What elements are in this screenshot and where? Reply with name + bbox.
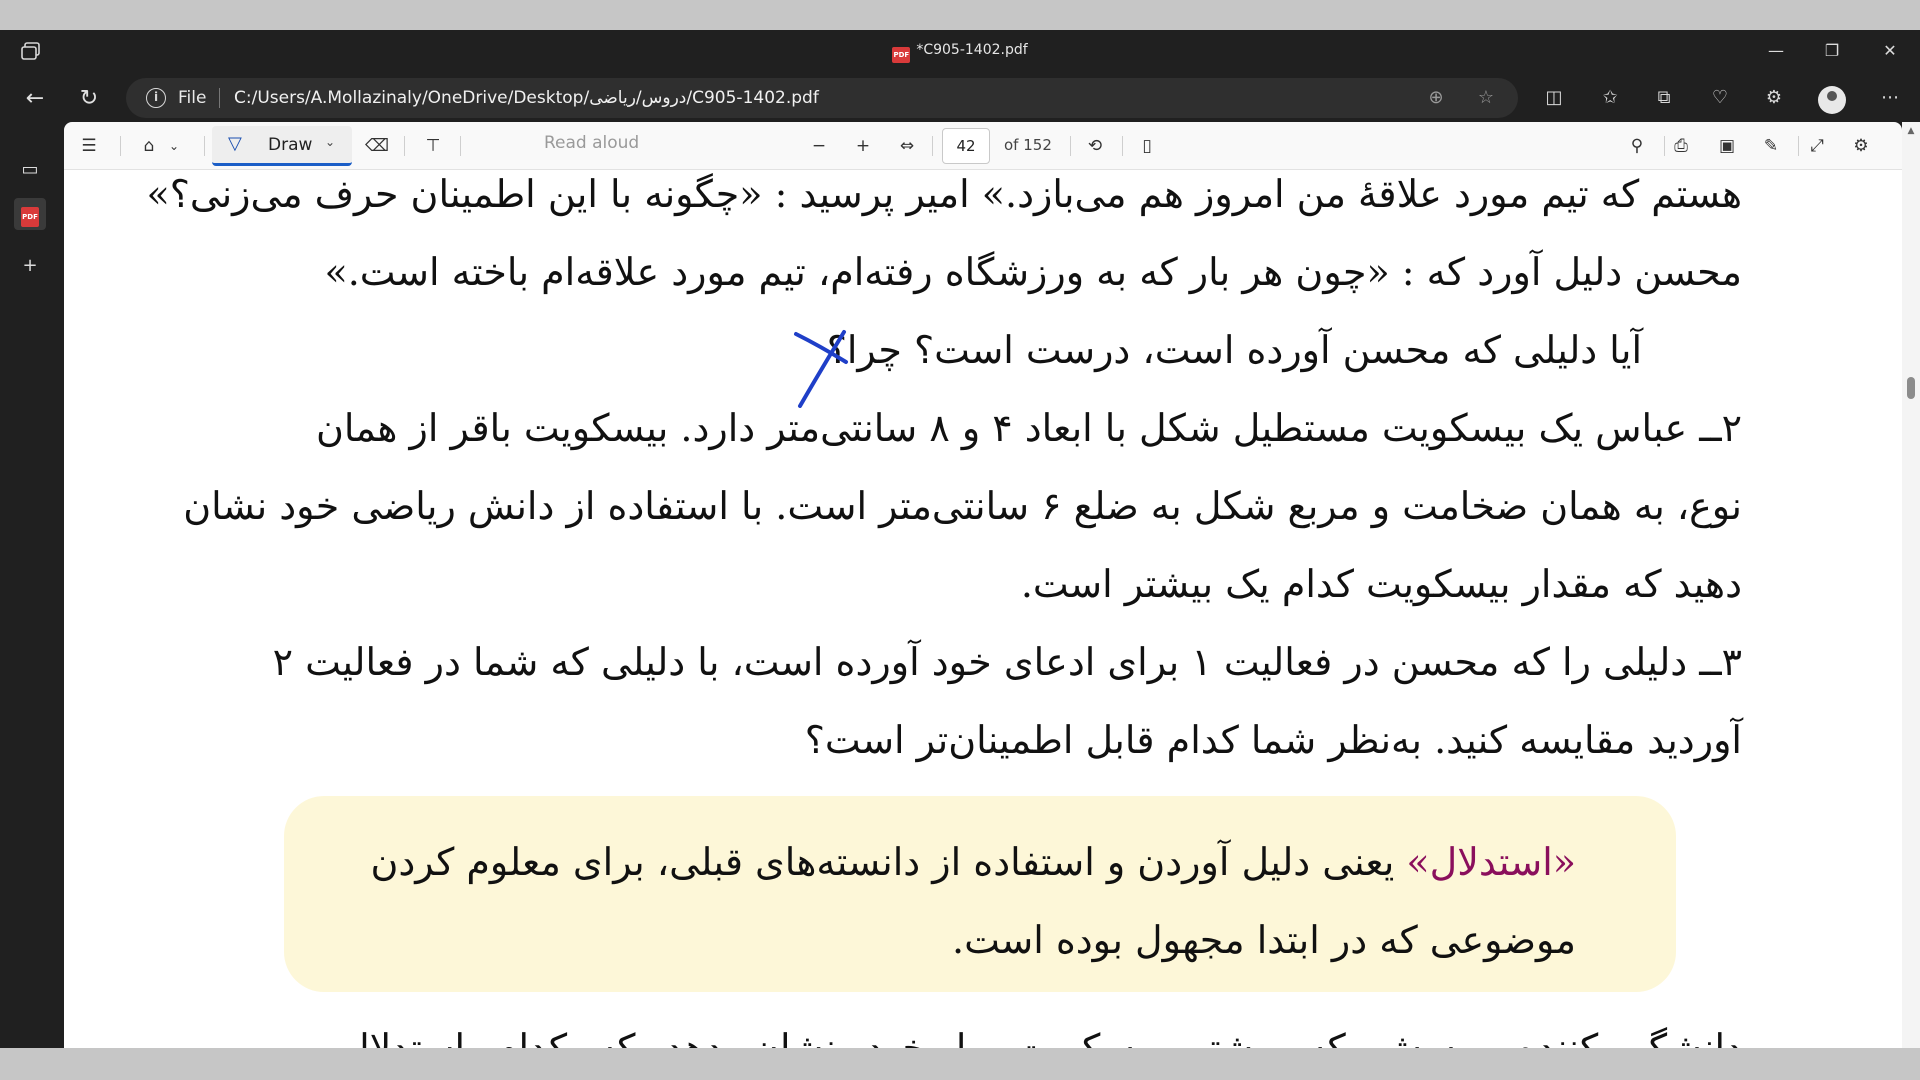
toolbar-divider	[460, 136, 461, 156]
vertical-scrollbar[interactable]: ▲	[1902, 122, 1920, 1048]
address-separator	[219, 88, 220, 108]
text-box-icon[interactable]: ⊤	[418, 132, 448, 160]
url-text[interactable]: C:/Users/A.Mollazinaly/OneDrive/Desktop/…	[234, 88, 819, 108]
toolbar-divider	[404, 136, 405, 156]
favorites-icon[interactable]: ✩	[1596, 84, 1624, 112]
contents-icon[interactable]: ☰	[74, 132, 104, 160]
draw-label: Draw	[268, 135, 313, 155]
minimize-button[interactable]: —	[1762, 38, 1790, 64]
save-as-icon[interactable]: ✎	[1756, 132, 1786, 160]
zoom-icon[interactable]: ⊕	[1424, 87, 1448, 109]
vertical-tab-sidebar: ▭ PDF +	[0, 124, 60, 1078]
bottom-border	[0, 1048, 1920, 1080]
cut-off-line: دانشگر کننده پرسش که بیشتر بیسکویت را خو…	[342, 1026, 1742, 1048]
page-total-label: of 152	[1004, 136, 1052, 154]
definition-text: یعنی دلیل آوردن و استفاده از دانسته‌های …	[370, 840, 1407, 884]
draw-chevron-down-icon[interactable]: ⌄	[325, 135, 335, 149]
definition-term: «استدلال»	[1406, 840, 1576, 884]
paragraph-line: ۲ــ عباس یک بیسکویت مستطیل شکل با ابعاد …	[315, 406, 1742, 450]
sidebar-toggle-icon[interactable]: ▭	[14, 154, 46, 186]
draw-button[interactable]: ▽ Draw ⌄	[212, 126, 352, 166]
protocol-label: File	[178, 88, 207, 108]
definition-callout: «استدلال» یعنی دلیل آوردن و استفاده از د…	[284, 796, 1676, 992]
zoom-out-icon[interactable]: −	[804, 132, 834, 160]
eraser-icon[interactable]: ⌫	[362, 132, 392, 160]
fullscreen-icon[interactable]: ⤢	[1802, 132, 1832, 160]
callout-line-1: «استدلال» یعنی دلیل آوردن و استفاده از د…	[370, 832, 1576, 892]
pdf-toolbar: ☰ ⌂ ⌄ ▽ Draw ⌄ ⌫ ⊤ Read aloud − + ⇔ 42 o…	[64, 122, 1902, 170]
highlight-icon[interactable]: ⌂	[134, 132, 164, 160]
pdf-viewport[interactable]: هستم که تیم مورد علاقهٔ من امروز هم می‌ب…	[64, 170, 1902, 1048]
toolbar-divider	[1798, 136, 1799, 156]
callout-line-2: موضوعی که در ابتدا مجهول بوده است.	[951, 918, 1576, 962]
toolbar-divider	[204, 136, 205, 156]
split-screen-icon[interactable]: ◫	[1540, 84, 1568, 112]
scroll-up-icon[interactable]: ▲	[1905, 126, 1917, 136]
profile-avatar[interactable]	[1818, 86, 1846, 114]
close-button[interactable]: ✕	[1876, 38, 1904, 64]
toolbar-divider	[120, 136, 121, 156]
question-line: آیا دلیلی که محسن آورده است، درست است؟ چ…	[826, 328, 1642, 372]
highlight-chevron-down-icon[interactable]: ⌄	[164, 132, 184, 160]
toolbar-divider	[932, 136, 933, 156]
paragraph-line: هستم که تیم مورد علاقهٔ من امروز هم می‌ب…	[146, 172, 1743, 216]
paragraph-line: دهید که مقدار بیسکویت کدام یک بیشتر است.	[1020, 562, 1742, 606]
new-tab-icon[interactable]: +	[14, 250, 46, 282]
window-title: PDF *C905-1402.pdf	[0, 42, 1920, 63]
window-title-text: *C905-1402.pdf	[916, 42, 1028, 58]
rotate-icon[interactable]: ⟲	[1080, 132, 1110, 160]
scrollbar-thumb[interactable]	[1907, 377, 1915, 399]
paragraph-line: نوع، به همان ضخامت و مربع شکل به ضلع ۶ س…	[183, 484, 1742, 528]
save-icon[interactable]: ▣	[1712, 132, 1742, 160]
paragraph-line: محسن دلیل آورد که : «چون هر بار که به ور…	[324, 250, 1742, 294]
pdf-tab-icon[interactable]: PDF	[14, 198, 46, 230]
extensions-icon[interactable]: ⚙	[1760, 84, 1788, 112]
pen-icon: ▽	[228, 133, 242, 154]
collections-icon[interactable]: ⧉	[1650, 84, 1678, 112]
zoom-in-icon[interactable]: +	[848, 132, 878, 160]
pdf-file-icon: PDF	[892, 47, 911, 63]
browser-essentials-icon[interactable]: ♡	[1706, 84, 1734, 112]
address-bar[interactable]: i File C:/Users/A.Mollazinaly/OneDrive/D…	[126, 78, 1518, 118]
handwritten-x-annotation[interactable]	[792, 328, 856, 408]
title-bar: PDF *C905-1402.pdf — ❐ ✕	[0, 30, 1920, 72]
read-aloud-button[interactable]: Read aloud	[544, 133, 639, 153]
paragraph-line: ۳ــ دلیلی را که محسن در فعالیت ۱ برای اد…	[272, 640, 1742, 684]
search-icon[interactable]: ⚲	[1622, 132, 1652, 160]
more-options-icon[interactable]: ⋯	[1876, 84, 1904, 112]
refresh-icon[interactable]: ↻	[74, 84, 104, 114]
settings-gear-icon[interactable]: ⚙	[1846, 132, 1876, 160]
paragraph-line: آوردید مقایسه کنید. به‌نظر شما کدام قابل…	[804, 718, 1742, 762]
toolbar-divider	[1664, 136, 1665, 156]
page-view-icon[interactable]: ▯	[1132, 132, 1162, 160]
restore-button[interactable]: ❐	[1818, 38, 1846, 64]
back-icon[interactable]: ←	[20, 84, 50, 114]
favorite-star-icon[interactable]: ☆	[1474, 87, 1498, 109]
fit-to-width-icon[interactable]: ⇔	[892, 132, 922, 160]
pdf-page: هستم که تیم مورد علاقهٔ من امروز هم می‌ب…	[64, 170, 1902, 1048]
site-info-icon[interactable]: i	[146, 88, 166, 108]
page-number-input[interactable]: 42	[942, 128, 990, 164]
toolbar-divider	[1070, 136, 1071, 156]
navigation-bar: ← ↻ i File C:/Users/A.Mollazinaly/OneDri…	[0, 72, 1920, 124]
toolbar-divider	[1122, 136, 1123, 156]
print-icon[interactable]: ⎙	[1666, 132, 1696, 160]
